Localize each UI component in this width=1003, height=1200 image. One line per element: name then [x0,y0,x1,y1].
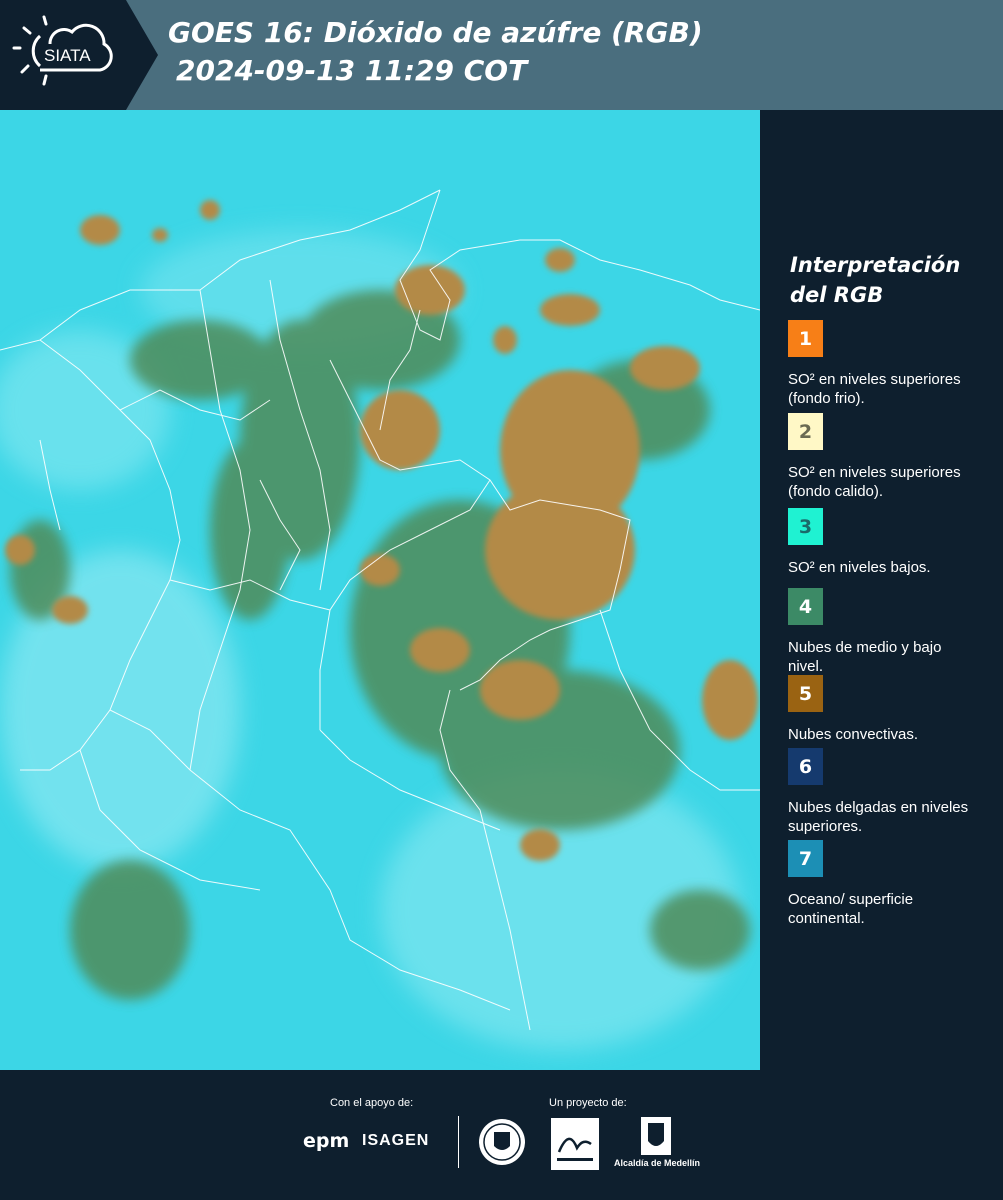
title-line-1: GOES 16: Dióxido de azúfre (RGB) [168,16,703,49]
legend-panel: Interpretación del RGB 1 SO² en niveles s… [760,110,1003,1070]
legend-swatch: 1 [788,320,823,357]
legend-description: Oceano/ superficie continental. [788,891,914,927]
legend-swatch: 2 [788,413,823,450]
siata-logo-text: SIATA [44,46,91,65]
legend-item: 5 Nubes convectivas. [788,675,988,744]
legend-description: SO² en niveles bajos. [788,559,931,576]
title-line-2: 2024-09-13 11:29 COT [176,54,528,87]
isagen-logo: ISAGEN [362,1132,430,1149]
rgb-composite-image [0,110,760,1070]
legend-description: Nubes convectivas. [788,726,919,743]
satellite-map[interactable] [0,110,760,1070]
legend-item: 3 SO² en niveles bajos. [788,508,988,577]
legend-item: 2 SO² en niveles superiores (fondo calido… [788,413,988,501]
legend-title-line-2: del RGB [790,283,884,307]
legend-description: SO² en niveles superiores (fondo frio). [788,371,961,407]
legend-description: SO² en niveles superiores (fondo calido)… [788,464,961,500]
legend-description: Nubes de medio y bajo nivel. [788,639,942,675]
medellin-seal-icon [479,1119,525,1165]
legend-item: 6 Nubes delgadas en niveles superiores. [788,748,988,836]
siata-logo: SIATA [0,0,158,110]
page-title: GOES 16: Dióxido de azúfre (RGB) 2024-09… [168,14,703,90]
legend-title-line-1: Interpretación [790,253,961,277]
epm-logo: epm [303,1130,350,1152]
legend-item: 1 SO² en niveles superiores (fondo frio). [788,320,988,408]
alcaldia-shield-icon [641,1117,671,1155]
legend-item: 4 Nubes de medio y bajo nivel. [788,588,988,676]
alcaldia-text: Alcaldía de Medellín [614,1158,701,1168]
legend-swatch: 4 [788,588,823,625]
support-label: Con el apoyo de: [330,1097,414,1109]
legend-description: Nubes delgadas en niveles superiores. [788,799,969,835]
legend-swatch: 3 [788,508,823,545]
legend-swatch: 5 [788,675,823,712]
legend-item: 7 Oceano/ superficie continental. [788,840,988,928]
project-label: Un proyecto de: [549,1097,627,1109]
header: SIATA GOES 16: Dióxido de azúfre (RGB) 2… [0,0,1003,110]
legend-swatch: 7 [788,840,823,877]
legend-swatch: 6 [788,748,823,785]
area-metropolitana-logo-icon [551,1118,599,1170]
footer: Con el apoyo de: Un proyecto de: epm ISA… [0,1070,1003,1200]
legend-title: Interpretación del RGB [790,250,990,310]
footer-divider [458,1116,459,1168]
